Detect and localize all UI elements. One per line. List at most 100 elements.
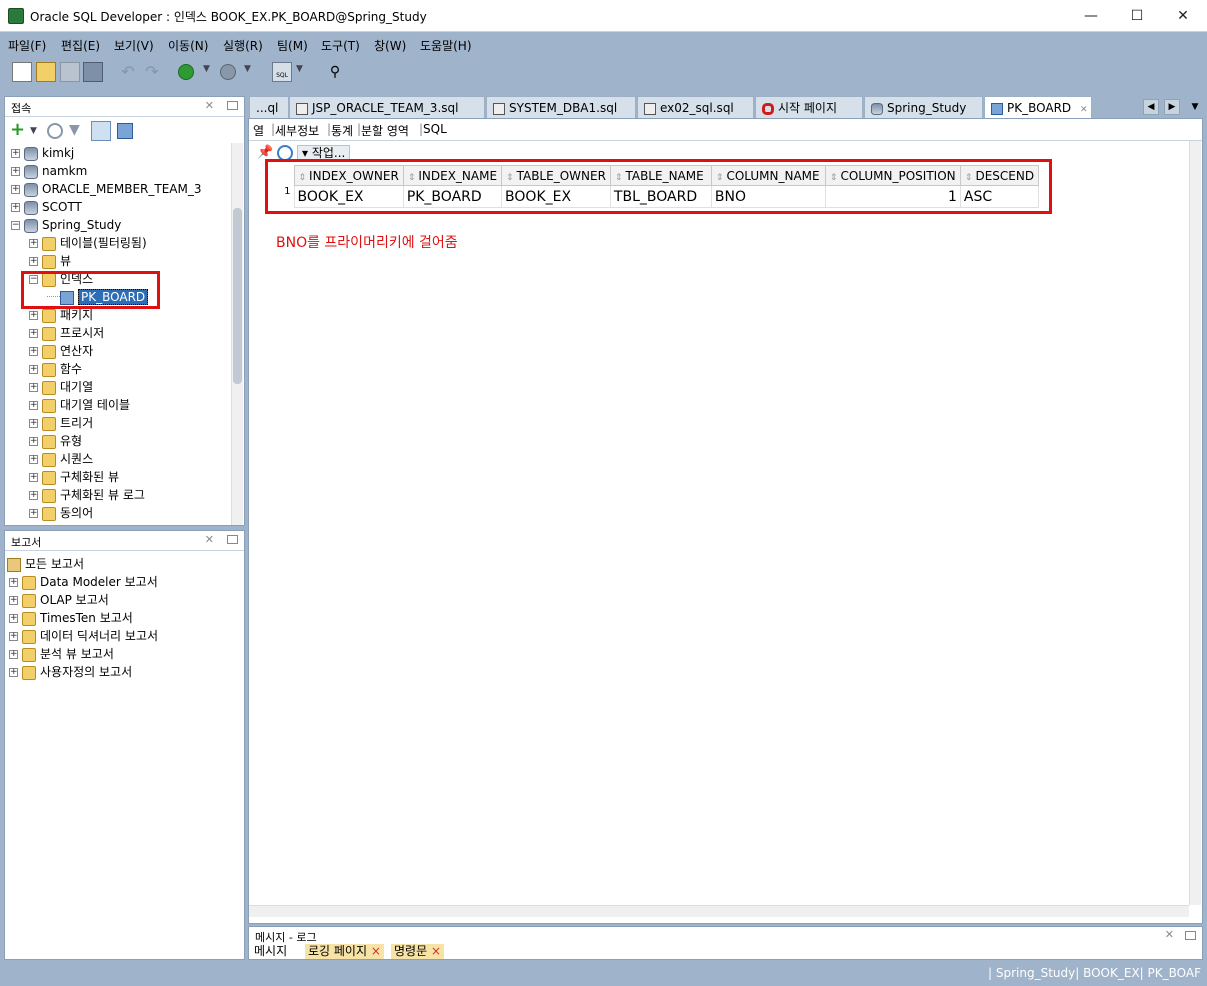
add-connection-dropdown-icon[interactable]: ▼ <box>30 126 37 136</box>
expand-icon[interactable]: + <box>9 632 18 641</box>
tree-item-연산자[interactable]: + 연산자 <box>29 342 93 360</box>
new-file-icon[interactable] <box>12 62 32 82</box>
expand-icon[interactable]: + <box>29 347 38 356</box>
tab-ql[interactable]: ...ql <box>249 96 289 118</box>
forward-icon[interactable] <box>220 64 236 80</box>
expand-icon[interactable]: + <box>29 239 38 248</box>
tree-item-테이블-필터링됨[interactable]: + 테이블(필터링됨) <box>29 234 147 252</box>
expand-icon[interactable]: + <box>29 383 38 392</box>
tree-item-구체화된-뷰[interactable]: + 구체화된 뷰 <box>29 468 119 486</box>
subtab-3[interactable]: 분할 영역 <box>361 122 409 139</box>
expand-icon[interactable]: + <box>11 185 20 194</box>
tab-list-icon[interactable]: ▼ <box>1188 99 1202 115</box>
tree-item-뷰[interactable]: + 뷰 <box>29 252 71 270</box>
save-icon[interactable] <box>60 62 80 82</box>
expand-icon[interactable]: + <box>29 419 38 428</box>
tree-item-시퀀스[interactable]: + 시퀀스 <box>29 450 93 468</box>
expand-icon[interactable]: + <box>29 491 38 500</box>
menu-window[interactable]: 창(W) <box>374 37 406 54</box>
subtab-2[interactable]: 통계 <box>331 122 353 139</box>
expand-icon[interactable]: + <box>29 257 38 266</box>
tab-시작-페이지[interactable]: 시작 페이지 <box>755 96 863 118</box>
collapse-icon[interactable]: − <box>11 221 20 230</box>
expand-icon[interactable]: + <box>29 437 38 446</box>
back-dropdown-icon[interactable]: ▼ <box>203 64 210 74</box>
menu-help[interactable]: 도움말(H) <box>420 37 472 54</box>
editor-horizontal-scrollbar[interactable] <box>249 905 1189 917</box>
expand-icon[interactable]: + <box>9 578 18 587</box>
message-tab-1[interactable]: 로깅 페이지 × <box>305 944 384 959</box>
forward-dropdown-icon[interactable]: ▼ <box>244 64 251 74</box>
tree-item-kimkj[interactable]: + kimkj <box>11 144 74 162</box>
menu-edit[interactable]: 편집(E) <box>61 37 100 54</box>
tree-item-트리거[interactable]: + 트리거 <box>29 414 93 432</box>
maximize-button[interactable]: ☐ <box>1114 0 1160 32</box>
add-connection-icon[interactable]: + <box>10 121 25 139</box>
tab-spring-study[interactable]: Spring_Study <box>864 96 983 118</box>
report-item-5[interactable]: + 사용자정의 보고서 <box>9 663 132 681</box>
close-icon[interactable]: ✕ <box>205 533 214 546</box>
report-item-4[interactable]: + 분석 뷰 보고서 <box>9 645 114 663</box>
tab-system-dba1-sql[interactable]: SYSTEM_DBA1.sql <box>486 96 636 118</box>
tab-pk-board[interactable]: PK_BOARD ✕ <box>984 96 1092 118</box>
menu-team[interactable]: 팀(M) <box>277 37 308 54</box>
subtab-0[interactable]: 열 <box>253 122 265 139</box>
expand-icon[interactable]: + <box>29 311 38 320</box>
expand-icon[interactable]: + <box>29 329 38 338</box>
tab-scroll-left-icon[interactable]: ◀ <box>1143 99 1159 115</box>
expand-icon[interactable]: + <box>9 650 18 659</box>
schema-browser-icon[interactable] <box>91 121 111 141</box>
tree-item-scott[interactable]: + SCOTT <box>11 198 82 216</box>
close-icon[interactable]: ✕ <box>205 99 214 112</box>
expand-icon[interactable]: + <box>11 203 20 212</box>
minimize-icon[interactable] <box>1185 931 1196 940</box>
menu-run[interactable]: 실행(R) <box>223 37 263 54</box>
expand-icon[interactable]: + <box>29 401 38 410</box>
connections-scrollbar[interactable] <box>231 143 243 525</box>
open-folder-icon[interactable] <box>36 62 56 82</box>
expand-icon[interactable]: + <box>29 455 38 464</box>
pin-icon[interactable]: 📌 <box>257 145 273 160</box>
report-item-3[interactable]: + 데이터 딕셔너리 보고서 <box>9 627 158 645</box>
reports-root[interactable]: 모든 보고서 <box>7 555 84 573</box>
tree-item-유형[interactable]: + 유형 <box>29 432 82 450</box>
save-all-icon[interactable] <box>83 62 103 82</box>
expand-icon[interactable]: + <box>29 365 38 374</box>
minimize-icon[interactable] <box>227 535 238 544</box>
expand-icon[interactable]: + <box>29 473 38 482</box>
report-item-0[interactable]: + Data Modeler 보고서 <box>9 573 158 591</box>
database-nav-icon[interactable] <box>117 123 133 139</box>
tab-scroll-right-icon[interactable]: ▶ <box>1164 99 1180 115</box>
menu-view[interactable]: 보기(V) <box>114 37 154 54</box>
tree-item-대기열-테이블[interactable]: + 대기열 테이블 <box>29 396 130 414</box>
redo-icon[interactable]: ↷ <box>142 62 162 82</box>
report-item-2[interactable]: + TimesTen 보고서 <box>9 609 133 627</box>
expand-icon[interactable]: + <box>11 167 20 176</box>
menu-navigate[interactable]: 이동(N) <box>168 37 208 54</box>
message-tab-2[interactable]: 명령문 × <box>391 944 444 959</box>
minimize-icon[interactable] <box>227 101 238 110</box>
tree-item-동의어[interactable]: + 동의어 <box>29 504 93 522</box>
close-tab-icon[interactable]: ✕ <box>1077 105 1088 115</box>
back-icon[interactable] <box>178 64 194 80</box>
tree-item-spring-study[interactable]: − Spring_Study <box>11 216 121 234</box>
expand-icon[interactable]: + <box>9 614 18 623</box>
tree-item-oracle-member-team-3[interactable]: + ORACLE_MEMBER_TEAM_3 <box>11 180 202 198</box>
tab-jsp-oracle-team-3-sql[interactable]: JSP_ORACLE_TEAM_3.sql <box>289 96 485 118</box>
close-tab-icon[interactable]: × <box>427 944 441 958</box>
close-button[interactable]: ✕ <box>1160 0 1206 32</box>
subtab-4[interactable]: SQL <box>423 122 447 136</box>
expand-icon[interactable]: + <box>9 596 18 605</box>
tree-item-namkm[interactable]: + namkm <box>11 162 87 180</box>
tree-item-프로시저[interactable]: + 프로시저 <box>29 324 104 342</box>
sql-worksheet-icon[interactable]: SQL <box>272 62 292 82</box>
filter-icon[interactable]: ▼ <box>69 122 80 138</box>
expand-icon[interactable]: + <box>11 149 20 158</box>
report-item-1[interactable]: + OLAP 보고서 <box>9 591 109 609</box>
menu-tools[interactable]: 도구(T) <box>321 37 360 54</box>
sql-worksheet-dropdown-icon[interactable]: ▼ <box>296 64 303 74</box>
expand-icon[interactable]: + <box>29 509 38 518</box>
binoculars-icon[interactable]: ⚲ <box>325 62 345 82</box>
close-tab-icon[interactable]: × <box>367 944 381 958</box>
message-tab-0[interactable]: 메시지 <box>251 944 290 959</box>
